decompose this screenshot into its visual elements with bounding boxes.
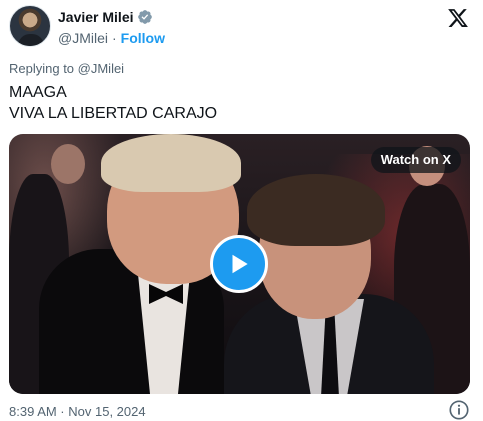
author-name[interactable]: Javier Milei: [58, 9, 153, 25]
avatar[interactable]: [9, 5, 51, 47]
follow-button[interactable]: Follow: [121, 30, 165, 46]
person-left-hair: [101, 134, 241, 192]
person-right-hair: [247, 174, 385, 246]
separator-dot: ·: [112, 30, 117, 46]
watch-on-x-button[interactable]: Watch on X: [370, 147, 461, 173]
avatar-image-detail: [18, 34, 44, 46]
author-name-text: Javier Milei: [58, 9, 134, 25]
tweet-embed-card: Javier Milei @JMilei · Follow Replying t…: [0, 0, 483, 421]
tweet-text-line-1: MAAGA: [9, 84, 67, 101]
play-icon: [232, 254, 248, 274]
play-button[interactable]: [210, 235, 268, 293]
tweet-text-line-2: VIVA LA LIBERTAD CARAJO: [9, 105, 218, 122]
author-handle[interactable]: @JMilei: [58, 30, 108, 46]
video-thumbnail[interactable]: Watch on X: [9, 134, 470, 394]
info-icon[interactable]: [448, 399, 470, 421]
verified-badge-icon: [137, 10, 152, 24]
tweet-text: MAAGA VIVA LA LIBERTAD CARAJO: [9, 82, 217, 124]
x-logo-icon[interactable]: [447, 7, 469, 29]
reply-context[interactable]: Replying to @JMilei: [9, 61, 124, 76]
handle-row: @JMilei · Follow: [58, 30, 165, 46]
timestamp[interactable]: 8:39 AM · Nov 15, 2024: [9, 404, 146, 419]
background-person-head: [51, 144, 85, 184]
